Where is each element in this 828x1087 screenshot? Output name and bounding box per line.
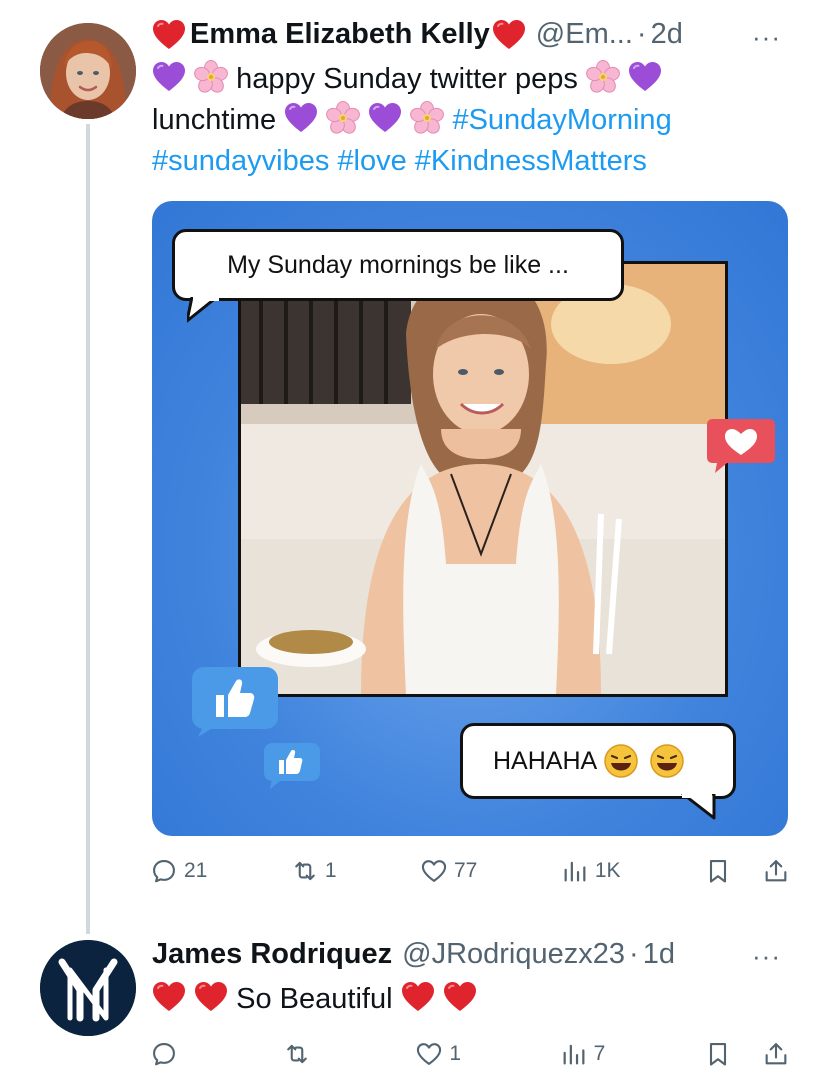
red-heart-emoji [492, 19, 526, 51]
tweet-text-word: lunchtime [152, 104, 277, 136]
retweet-icon [291, 857, 319, 885]
thumbs-up-reaction-icon [264, 743, 320, 789]
bookmark-icon [704, 1040, 732, 1068]
tweet-text: happy Sunday twitter peps lunchtime #Sun… [152, 59, 772, 182]
like-icon [420, 857, 448, 885]
tweet-actions: 21 1 77 1K [150, 851, 790, 891]
bookmark-button[interactable] [704, 857, 732, 885]
speech-bubble-tail [187, 297, 219, 323]
speech-bubble-top: My Sunday mornings be like ... [172, 229, 624, 301]
retweet-icon [283, 1040, 311, 1068]
views-button[interactable]: 7 [560, 1040, 606, 1068]
like-icon [415, 1040, 443, 1068]
cherry-blossom-emoji [410, 101, 444, 135]
tweet-header: Emma Elizabeth Kelly @Em... · 2d [152, 18, 683, 51]
retweet-button[interactable] [283, 1040, 317, 1068]
tweet-text-line-2: lunchtime #SundayMorning [152, 100, 772, 141]
tweet-media[interactable]: My Sunday mornings be like ... HAHAHA [152, 201, 788, 836]
tweet-text-main: So Beautiful [236, 983, 393, 1015]
views-button[interactable]: 1K [561, 857, 621, 885]
hashtag-link[interactable]: #love [337, 145, 406, 177]
like-button[interactable]: 1 [415, 1040, 461, 1068]
views-icon [561, 857, 589, 885]
speech-bubble-tail [681, 794, 716, 820]
separator-dot: · [629, 938, 639, 970]
user-handle[interactable]: @Em... [536, 18, 633, 51]
share-button[interactable] [762, 1040, 790, 1068]
display-name[interactable]: Emma Elizabeth Kelly [190, 18, 490, 51]
display-name[interactable]: James Rodriquez [152, 938, 392, 971]
share-icon [762, 857, 790, 885]
hashtag-link[interactable]: #SundayMorning [452, 104, 671, 136]
bookmark-button[interactable] [704, 1040, 732, 1068]
tweet-actions-right [704, 1040, 790, 1068]
views-icon [560, 1040, 588, 1068]
reply-icon [150, 1040, 178, 1068]
heart-reaction-icon [707, 419, 775, 473]
hashtag-link[interactable]: #KindnessMatters [415, 145, 647, 177]
tweet-actions: 1 7 [150, 1034, 790, 1074]
timestamp[interactable]: 2d [651, 18, 683, 51]
more-icon[interactable]: ··· [752, 941, 781, 972]
purple-heart-emoji [152, 61, 186, 93]
avatar[interactable] [40, 940, 136, 1036]
retweet-count: 1 [324, 859, 337, 882]
laughing-emoji [650, 744, 684, 778]
separator-dot: · [636, 18, 647, 50]
tweet-text-line-1: happy Sunday twitter peps [152, 59, 772, 100]
share-icon [762, 1040, 790, 1068]
like-count: 77 [453, 859, 478, 882]
bookmark-icon [704, 857, 732, 885]
red-heart-emoji [194, 981, 228, 1013]
purple-heart-emoji [284, 102, 318, 134]
red-heart-emoji [152, 19, 186, 51]
speech-bubble-bottom: HAHAHA [460, 723, 736, 799]
thumbs-up-reaction-icon [192, 667, 278, 737]
cherry-blossom-emoji [586, 60, 620, 94]
reply-count: 21 [184, 859, 208, 882]
media-photo [238, 261, 728, 697]
thread-connector-line [86, 124, 90, 934]
tweet-actions-right [704, 857, 790, 885]
views-count: 7 [593, 1042, 606, 1065]
retweet-button[interactable]: 1 [291, 857, 337, 885]
red-heart-emoji [401, 981, 435, 1013]
tweet-text-line-3: #sundayvibes #love #KindnessMatters [152, 141, 772, 182]
tweet-header: James Rodriquez @JRodriquezx23 · 1d [152, 938, 675, 971]
photo-illustration [241, 264, 725, 694]
reply-button[interactable] [150, 1040, 184, 1068]
share-button[interactable] [762, 857, 790, 885]
red-heart-emoji [152, 981, 186, 1013]
avatar-photo [40, 23, 136, 119]
views-count: 1K [594, 859, 621, 882]
tweet-text-main: happy Sunday twitter peps [236, 63, 578, 95]
yankees-logo [40, 940, 136, 1036]
hashtag-link[interactable]: #sundayvibes [152, 145, 329, 177]
like-count: 1 [449, 1042, 461, 1065]
speech-bubble-top-text: My Sunday mornings be like ... [227, 250, 569, 279]
purple-heart-emoji [368, 102, 402, 134]
speech-bubble-bottom-text: HAHAHA [493, 746, 598, 775]
cherry-blossom-emoji [326, 101, 360, 135]
purple-heart-emoji [628, 61, 662, 93]
red-heart-emoji [443, 981, 477, 1013]
reply-button[interactable]: 21 [150, 857, 207, 885]
avatar[interactable] [40, 23, 136, 119]
tweet-text: So Beautiful [152, 979, 772, 1020]
like-button[interactable]: 77 [420, 857, 477, 885]
reply-icon [150, 857, 178, 885]
user-handle[interactable]: @JRodriquezx23 [402, 938, 625, 971]
cherry-blossom-emoji [194, 60, 228, 94]
timestamp[interactable]: 1d [643, 938, 675, 971]
laughing-emoji [604, 744, 638, 778]
more-icon[interactable]: ··· [752, 22, 781, 53]
